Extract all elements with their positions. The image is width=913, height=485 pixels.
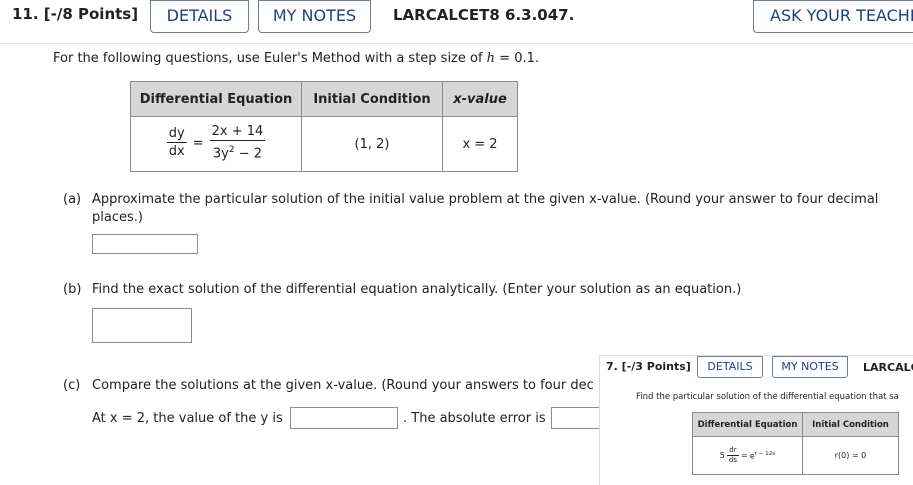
part-c-text: Compare the solutions at the given x-val… bbox=[92, 378, 594, 393]
overlay-equation-cell: 5 dr ds = er − 12s bbox=[692, 436, 803, 475]
overlay-question-reference: LARCALC bbox=[863, 361, 913, 374]
part-b-label: (b) bbox=[63, 282, 82, 297]
rhs-den-base: 3y bbox=[212, 146, 229, 162]
instructions-text: For the following questions, use Euler's… bbox=[53, 50, 539, 68]
overlay-details-button[interactable]: DETAILS bbox=[697, 356, 763, 378]
overlay-lhs-denominator: ds bbox=[728, 456, 737, 464]
header-x-value: x-value bbox=[442, 81, 518, 117]
question-header: 11. [-/8 Points] DETAILS MY NOTES LARCAL… bbox=[0, 0, 913, 44]
part-b: (b) Find the exact solution of the diffe… bbox=[63, 281, 883, 299]
header-x-value-text: x-value bbox=[453, 91, 507, 107]
instructions-variable: h bbox=[486, 51, 496, 66]
differential-equation-cell: dy dx = 2x + 14 3y2 − 2 bbox=[130, 116, 302, 172]
overlay-question-number: 7. [-/3 Points] bbox=[606, 360, 691, 373]
details-button[interactable]: DETAILS bbox=[150, 0, 249, 33]
overlay-my-notes-button[interactable]: MY NOTES bbox=[772, 356, 848, 378]
question-reference: LARCALCET8 6.3.047. bbox=[393, 6, 575, 24]
rhs-numerator: 2x + 14 bbox=[209, 124, 266, 142]
part-a-answer-input[interactable] bbox=[92, 234, 198, 254]
equals-sign: = bbox=[192, 136, 204, 152]
instructions-prefix: For the following questions, use Euler's… bbox=[53, 51, 487, 66]
overlay-eq-coefficient: 5 bbox=[719, 451, 725, 460]
overlay-problem-table: Differential Equation Initial Condition … bbox=[692, 412, 899, 475]
overlay-header-differential-equation: Differential Equation bbox=[692, 412, 803, 437]
rhs-denominator: 3y2 − 2 bbox=[210, 141, 266, 163]
ask-teacher-button[interactable]: ASK YOUR TEACHE bbox=[753, 0, 913, 33]
problem-table: Differential Equation Initial Condition … bbox=[130, 81, 518, 172]
overlay-lhs-numerator: dr bbox=[726, 446, 739, 456]
instructions-suffix: = 0.1. bbox=[495, 51, 540, 66]
part-a-text: Approximate the particular solution of t… bbox=[92, 192, 879, 225]
initial-condition-cell: (1, 2) bbox=[301, 116, 443, 172]
overlay-lhs-fraction: dr ds bbox=[726, 446, 739, 465]
lhs-fraction: dy dx bbox=[166, 126, 187, 161]
rhs-fraction: 2x + 14 3y2 − 2 bbox=[209, 124, 266, 163]
part-b-answer-input[interactable] bbox=[92, 308, 192, 343]
overlay-differential-equation: 5 dr ds = er − 12s bbox=[720, 446, 775, 465]
part-c-error-prompt: . The absolute error is bbox=[403, 411, 546, 426]
part-c-y-value-input[interactable] bbox=[290, 407, 398, 429]
question-number: 11. [-/8 Points] bbox=[12, 5, 139, 23]
overlay-question-panel: 7. [-/3 Points] DETAILS MY NOTES LARCALC… bbox=[599, 355, 913, 485]
part-b-text: Find the exact solution of the different… bbox=[92, 282, 742, 297]
overlay-equals-sign: = bbox=[740, 451, 748, 460]
part-a-label: (a) bbox=[63, 192, 82, 207]
my-notes-button[interactable]: MY NOTES bbox=[258, 0, 371, 33]
differential-equation: dy dx = 2x + 14 3y2 − 2 bbox=[166, 124, 266, 163]
part-c-label: (c) bbox=[63, 378, 81, 393]
overlay-instructions: Find the particular solution of the diff… bbox=[636, 392, 899, 402]
overlay-header-initial-condition: Initial Condition bbox=[802, 412, 899, 437]
rhs-den-tail: − 2 bbox=[234, 146, 263, 162]
header-initial-condition: Initial Condition bbox=[301, 81, 443, 117]
overlay-rhs: er − 12s bbox=[750, 451, 776, 461]
header-differential-equation: Differential Equation bbox=[130, 81, 302, 117]
lhs-denominator: dx bbox=[168, 144, 185, 160]
overlay-initial-condition-cell: r(0) = 0 bbox=[802, 436, 899, 475]
part-c: (c) Compare the solutions at the given x… bbox=[63, 377, 594, 395]
x-value-cell: x = 2 bbox=[442, 116, 518, 172]
lhs-numerator: dy bbox=[166, 126, 187, 144]
part-c-y-prompt: At x = 2, the value of the y is bbox=[92, 411, 283, 426]
part-a: (a) Approximate the particular solution … bbox=[63, 191, 883, 227]
overlay-rhs-exponent: r − 12s bbox=[754, 450, 776, 457]
